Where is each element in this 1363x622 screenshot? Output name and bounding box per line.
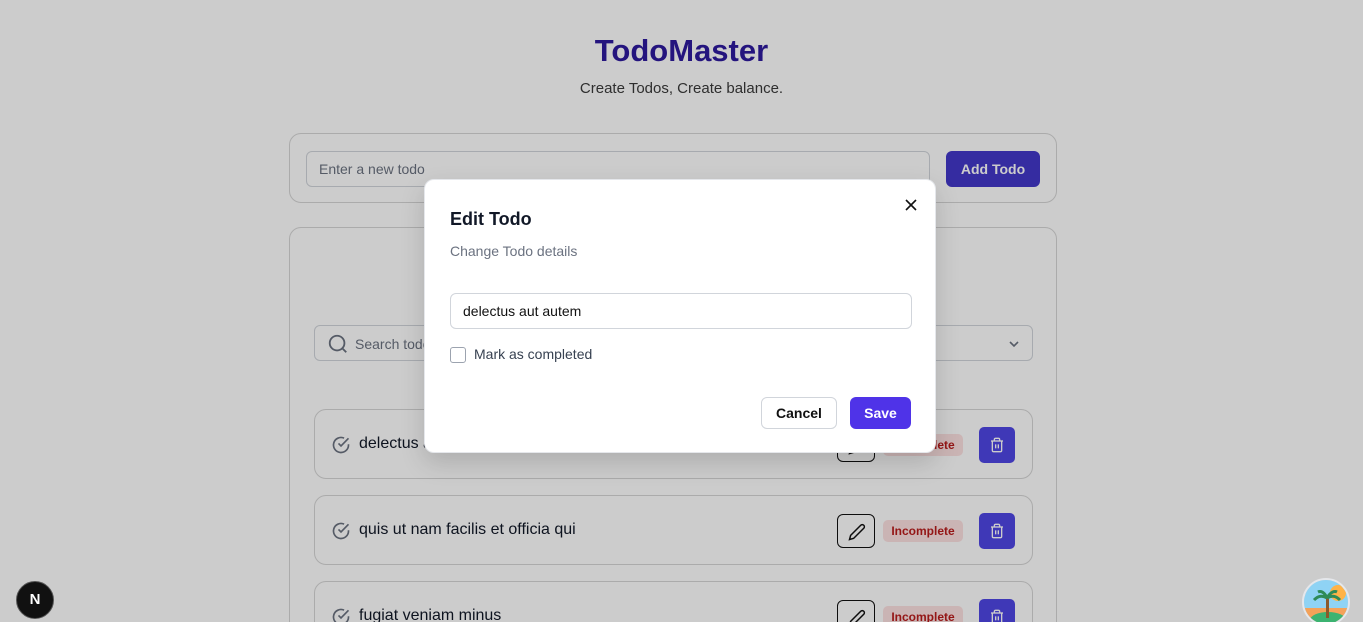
edit-todo-dialog: Edit Todo Change Todo details Mark as co… (424, 179, 936, 453)
completed-label[interactable]: Mark as completed (474, 346, 592, 362)
edit-todo-input[interactable] (450, 293, 912, 329)
cancel-button[interactable]: Cancel (761, 397, 837, 429)
next-dev-badge[interactable]: N (16, 581, 54, 619)
next-badge-letter: N (29, 591, 41, 608)
save-button[interactable]: Save (850, 397, 911, 429)
avatar-image (1304, 580, 1348, 622)
completed-checkbox[interactable] (450, 347, 466, 363)
close-icon[interactable] (903, 197, 919, 213)
dialog-description: Change Todo details (450, 243, 578, 259)
dialog-title: Edit Todo (450, 209, 532, 229)
avatar[interactable] (1302, 578, 1350, 622)
